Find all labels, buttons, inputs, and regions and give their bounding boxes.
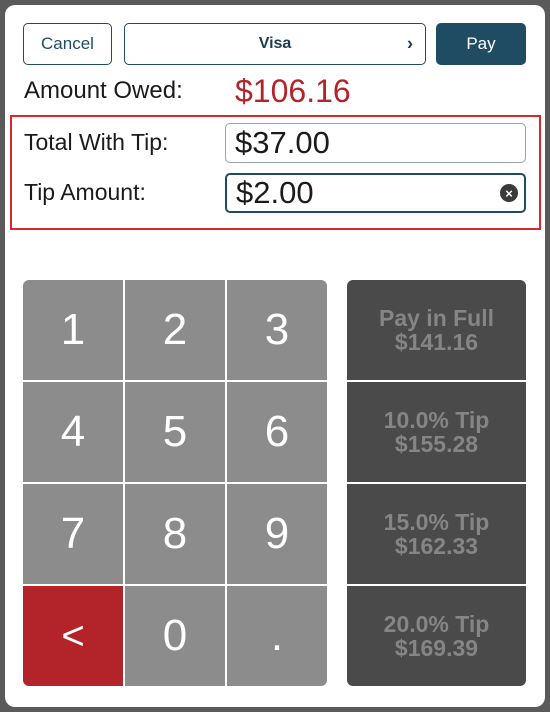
pay-in-full-button[interactable]: Pay in Full $141.16 — [347, 280, 526, 380]
tip-20-button[interactable]: 20.0% Tip $169.39 — [347, 586, 526, 686]
cancel-button[interactable]: Cancel — [23, 23, 112, 65]
payment-dialog: Cancel Visa › Pay Amount Owed: $106.16 T… — [5, 5, 545, 707]
payment-method-label: Visa — [258, 35, 292, 52]
decimal-key[interactable]: . — [227, 586, 327, 686]
tip-10-button[interactable]: 10.0% Tip $155.28 — [347, 382, 526, 482]
key-6[interactable]: 6 — [227, 382, 327, 482]
key-3[interactable]: 3 — [227, 280, 327, 380]
amount-owed-value: $106.16 — [235, 73, 351, 109]
clear-icon[interactable]: × — [500, 184, 518, 202]
quick-pay-amount: $141.16 — [394, 329, 479, 355]
total-with-tip-value: $37.00 — [235, 125, 330, 160]
quick-pay-amount: $162.33 — [394, 533, 479, 559]
key-4[interactable]: 4 — [23, 382, 123, 482]
key-0[interactable]: 0 — [125, 586, 225, 686]
quick-pay-amount: $169.39 — [394, 635, 479, 661]
key-9[interactable]: 9 — [227, 484, 327, 584]
quick-pay-title: Pay in Full — [378, 304, 495, 331]
tip-amount-label: Tip Amount: — [24, 179, 146, 205]
tip-amount-field[interactable]: $2.00 × — [225, 173, 526, 213]
total-with-tip-label: Total With Tip: — [24, 129, 169, 155]
key-8[interactable]: 8 — [125, 484, 225, 584]
pay-button[interactable]: Pay — [436, 23, 526, 65]
tip-amount-value: $2.00 — [236, 175, 314, 210]
numeric-keypad: 1 2 3 4 5 6 7 8 9 < 0 . — [23, 280, 327, 686]
backspace-key[interactable]: < — [23, 586, 123, 686]
chevron-right-icon: › — [407, 33, 413, 54]
payment-method-selector[interactable]: Visa › — [124, 23, 426, 65]
quick-pay-title: 20.0% Tip — [383, 610, 490, 637]
quick-pay-title: 10.0% Tip — [383, 406, 490, 433]
quick-pay-title: 15.0% Tip — [383, 508, 490, 535]
key-1[interactable]: 1 — [23, 280, 123, 380]
key-7[interactable]: 7 — [23, 484, 123, 584]
amount-owed-label: Amount Owed: — [24, 77, 183, 104]
total-with-tip-field[interactable]: $37.00 — [225, 123, 526, 163]
key-2[interactable]: 2 — [125, 280, 225, 380]
key-5[interactable]: 5 — [125, 382, 225, 482]
quick-pay-options: Pay in Full $141.16 10.0% Tip $155.28 15… — [347, 280, 526, 686]
tip-15-button[interactable]: 15.0% Tip $162.33 — [347, 484, 526, 584]
quick-pay-amount: $155.28 — [394, 431, 479, 457]
